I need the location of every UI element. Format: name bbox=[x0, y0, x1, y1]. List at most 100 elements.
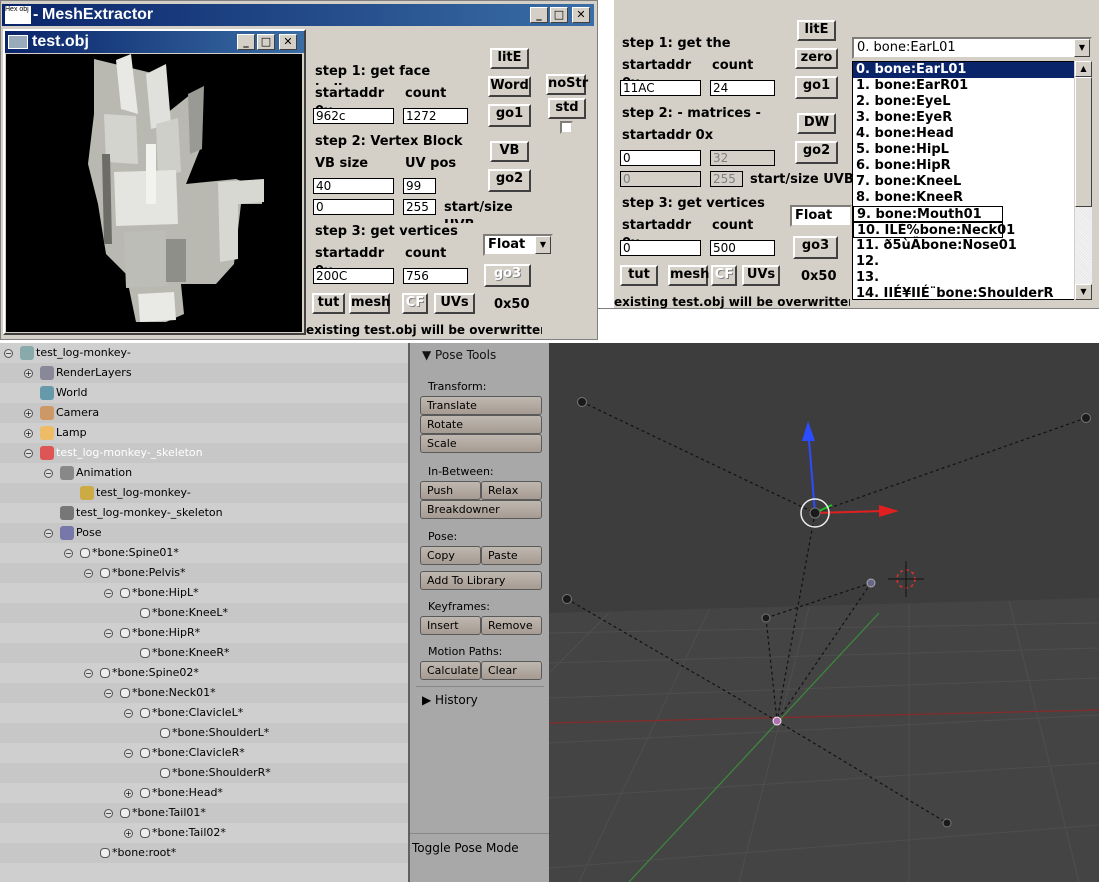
outliner-row[interactable]: + Lamp bbox=[0, 423, 408, 443]
main-minimize-button[interactable]: _ bbox=[530, 7, 548, 23]
outliner-row[interactable]: test_log-monkey-_skeleton bbox=[0, 503, 408, 523]
collapse-icon[interactable]: − bbox=[4, 349, 13, 358]
uvs-button[interactable]: UVs bbox=[434, 293, 475, 314]
vert-startaddr-input[interactable]: 200C bbox=[313, 268, 394, 284]
outliner-row[interactable]: *bone:KneeL* bbox=[0, 603, 408, 623]
preview-close-button[interactable]: ✕ bbox=[279, 34, 297, 50]
outliner-row[interactable]: *bone:KneeR* bbox=[0, 643, 408, 663]
pose-tools-header[interactable]: ▼ Pose Tools bbox=[422, 348, 496, 362]
right-go2-button[interactable]: go2 bbox=[795, 141, 838, 164]
lite-button[interactable]: litE bbox=[490, 48, 529, 69]
outliner-row[interactable]: − *bone:Neck01* bbox=[0, 683, 408, 703]
bone-list-item[interactable]: 1. bone:EarR01 bbox=[853, 78, 1091, 94]
bone-list-item[interactable]: 13. bbox=[853, 270, 1091, 286]
bone-list-item[interactable]: 7. bone:KneeL bbox=[853, 174, 1091, 190]
collapse-icon[interactable]: − bbox=[64, 549, 73, 558]
right-float-dropdown[interactable]: Float bbox=[790, 205, 852, 227]
expand-icon[interactable]: + bbox=[124, 789, 133, 798]
collapse-icon[interactable]: − bbox=[44, 529, 53, 538]
collapse-icon[interactable]: − bbox=[104, 689, 113, 698]
matrices-value-input[interactable]: 32 bbox=[710, 150, 775, 166]
std-button[interactable]: std bbox=[548, 98, 586, 119]
bone-list-item[interactable]: 3. bone:EyeR bbox=[853, 110, 1091, 126]
zero-button[interactable]: zero bbox=[795, 48, 838, 69]
bone-list-item[interactable]: 6. bone:HipR bbox=[853, 158, 1091, 174]
dw-button[interactable]: DW bbox=[797, 113, 836, 134]
outliner-row[interactable]: − *bone:HipL* bbox=[0, 583, 408, 603]
scroll-up-icon[interactable]: ▲ bbox=[1075, 61, 1092, 77]
relax-button[interactable]: Relax bbox=[481, 481, 542, 500]
outliner-row[interactable]: + *bone:Head* bbox=[0, 783, 408, 803]
bone-list-item[interactable]: 10. ILÈ%bone:Neck01 bbox=[853, 222, 1015, 238]
translate-button[interactable]: Translate bbox=[420, 396, 542, 415]
collapse-icon[interactable]: − bbox=[84, 669, 93, 678]
preview-minimize-button[interactable]: _ bbox=[237, 34, 255, 50]
go3-button[interactable]: go3 bbox=[484, 264, 531, 287]
mesh-button[interactable]: mesh bbox=[349, 293, 390, 314]
preview-maximize-button[interactable]: □ bbox=[257, 34, 275, 50]
outliner-row[interactable]: − *bone:ClavicleL* bbox=[0, 703, 408, 723]
push-button[interactable]: Push bbox=[420, 481, 481, 500]
3d-viewport[interactable] bbox=[549, 343, 1099, 882]
outliner[interactable]: − test_log-monkey- + RenderLayers World + Came… bbox=[0, 343, 408, 882]
uvb-size-input[interactable]: 255 bbox=[403, 199, 436, 215]
paste-pose-button[interactable]: Paste bbox=[481, 546, 542, 565]
tut-button[interactable]: tut bbox=[312, 293, 345, 314]
chevron-down-icon[interactable]: ▼ bbox=[535, 236, 551, 254]
main-title-bar[interactable]: Hex obj - MeshExtractor bbox=[2, 4, 594, 26]
right-vert-startaddr-input[interactable]: 0 bbox=[620, 240, 701, 256]
outliner-row[interactable]: − *bone:Tail01* bbox=[0, 803, 408, 823]
collapse-icon[interactable]: − bbox=[104, 809, 113, 818]
toggle-pose-mode-header[interactable]: Toggle Pose Mode bbox=[412, 841, 519, 855]
bone-list-item[interactable]: 5. bone:HipL bbox=[853, 142, 1091, 158]
collapse-icon[interactable]: − bbox=[124, 709, 133, 718]
bone-combo[interactable]: 0. bone:EarL01 ▼ bbox=[852, 37, 1092, 59]
right-uvs-button[interactable]: UVs bbox=[742, 265, 780, 286]
outliner-row[interactable]: − *bone:Spine01* bbox=[0, 543, 408, 563]
copy-pose-button[interactable]: Copy bbox=[420, 546, 481, 565]
vert-count-input[interactable]: 756 bbox=[403, 268, 468, 284]
right-lite-button[interactable]: litE bbox=[797, 20, 836, 41]
matrices-startaddr-input[interactable]: 0 bbox=[620, 150, 701, 166]
names-count-input[interactable]: 24 bbox=[710, 80, 775, 96]
matrices-uvb-size-input[interactable]: 255 bbox=[710, 171, 743, 187]
insert-keyframe-button[interactable]: Insert bbox=[420, 616, 481, 635]
outliner-row[interactable]: − test_log-monkey-_skeleton bbox=[0, 443, 408, 463]
bone-list-item[interactable]: 2. bone:EyeL bbox=[853, 94, 1091, 110]
outliner-row[interactable]: − *bone:Pelvis* bbox=[0, 563, 408, 583]
outliner-row[interactable]: World bbox=[0, 383, 408, 403]
outliner-row[interactable]: *bone:ShoulderR* bbox=[0, 763, 408, 783]
expand-icon[interactable]: + bbox=[24, 429, 33, 438]
std-checkbox[interactable] bbox=[560, 121, 573, 134]
face-startaddr-input[interactable]: 962c bbox=[313, 108, 394, 124]
remove-keyframe-button[interactable]: Remove bbox=[481, 616, 542, 635]
bone-list[interactable]: 0. bone:EarL01 1. bone:EarR01 2. bone:EyeL… bbox=[852, 61, 1092, 300]
right-tut-button[interactable]: tut bbox=[620, 265, 658, 286]
outliner-row[interactable]: + *bone:Tail02* bbox=[0, 823, 408, 843]
chevron-down-icon[interactable]: ▼ bbox=[1074, 39, 1090, 57]
expand-icon[interactable]: + bbox=[24, 409, 33, 418]
go2-button[interactable]: go2 bbox=[488, 169, 531, 192]
right-mesh-button[interactable]: mesh bbox=[668, 265, 709, 286]
rotate-button[interactable]: Rotate bbox=[420, 415, 542, 434]
outliner-row[interactable]: + RenderLayers bbox=[0, 363, 408, 383]
matrices-uvb-start-input[interactable]: 0 bbox=[620, 171, 701, 187]
bone-list-item[interactable]: 9. bone:Mouth01 bbox=[853, 206, 1003, 222]
outliner-row[interactable]: − Animation bbox=[0, 463, 408, 483]
history-header[interactable]: ▶ History bbox=[422, 693, 478, 707]
calculate-button[interactable]: Calculate bbox=[420, 661, 481, 680]
right-vert-count-input[interactable]: 500 bbox=[710, 240, 775, 256]
outliner-row[interactable]: + Camera bbox=[0, 403, 408, 423]
add-to-library-button[interactable]: Add To Library bbox=[420, 571, 542, 590]
right-cf-button[interactable]: CF bbox=[711, 265, 737, 286]
vbsize-input[interactable]: 40 bbox=[313, 178, 394, 194]
outliner-row[interactable]: − *bone:HipR* bbox=[0, 623, 408, 643]
bone-list-item[interactable]: 4. bone:Head bbox=[853, 126, 1091, 142]
collapse-icon[interactable]: − bbox=[104, 589, 113, 598]
breakdowner-button[interactable]: Breakdowner bbox=[420, 500, 542, 519]
names-startaddr-input[interactable]: 11AC bbox=[620, 80, 701, 96]
nostr-button[interactable]: noStr bbox=[546, 74, 588, 95]
vb-button[interactable]: VB bbox=[490, 141, 529, 162]
expand-icon[interactable]: + bbox=[124, 829, 133, 838]
float-dropdown[interactable]: Float ▼ bbox=[483, 234, 553, 256]
